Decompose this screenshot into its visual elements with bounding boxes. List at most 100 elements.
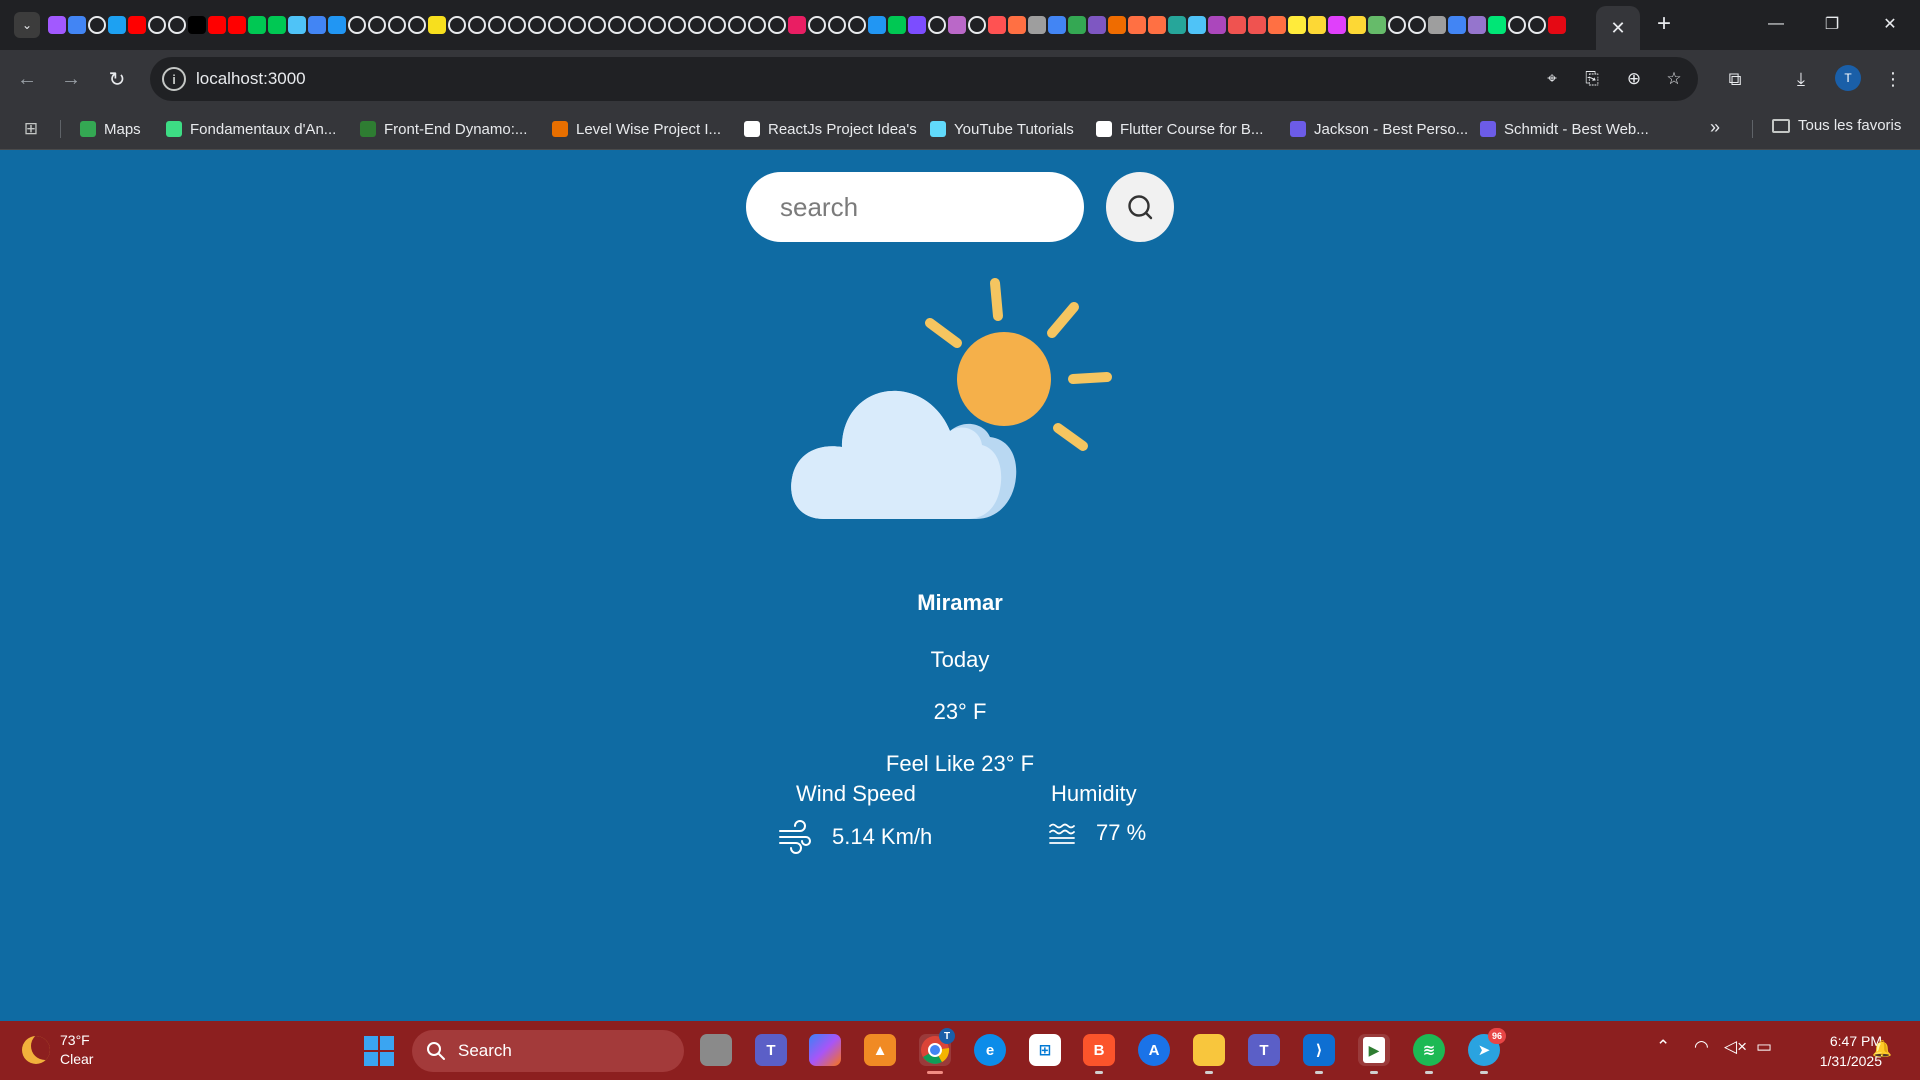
- bookmark-schmidt[interactable]: Schmidt - Best Web...: [1480, 117, 1649, 141]
- bookmark-maps[interactable]: Maps: [80, 117, 141, 141]
- bookmark-reactjs-ideas[interactable]: ReactJs Project Idea's: [744, 117, 917, 141]
- pinned-tab-favicon-icon[interactable]: [288, 16, 306, 34]
- pinned-tab-favicon-icon[interactable]: [1228, 16, 1246, 34]
- extensions-icon[interactable]: ⧉: [1720, 64, 1750, 94]
- tab-search-button[interactable]: ⌄: [14, 12, 40, 38]
- pinned-tab-favicon-icon[interactable]: [1208, 16, 1226, 34]
- pinned-tab-favicon-icon[interactable]: [788, 16, 806, 34]
- all-bookmarks[interactable]: Tous les favoris: [1772, 117, 1901, 134]
- pinned-tab-favicon-icon[interactable]: [1388, 16, 1406, 34]
- telegram-icon[interactable]: ➤ 96: [1468, 1028, 1506, 1074]
- close-tab-icon[interactable]: ✕: [1610, 18, 1625, 39]
- bookmark-youtube-tutorials[interactable]: YouTube Tutorials: [930, 117, 1074, 141]
- pinned-tab-favicon-icon[interactable]: [48, 16, 66, 34]
- file-explorer-icon[interactable]: [1193, 1034, 1225, 1074]
- clock[interactable]: 6:47 PM 1/31/2025: [1782, 1031, 1882, 1071]
- pinned-tab-favicon-icon[interactable]: [968, 16, 986, 34]
- pinned-tab-favicon-icon[interactable]: [308, 16, 326, 34]
- pinned-tab-favicon-icon[interactable]: [1168, 16, 1186, 34]
- task-view-icon[interactable]: [700, 1034, 732, 1066]
- bookmark-jackson[interactable]: Jackson - Best Perso...: [1290, 117, 1468, 141]
- teams-work-icon[interactable]: T: [1248, 1034, 1280, 1066]
- pinned-tab-favicon-icon[interactable]: [1288, 16, 1306, 34]
- pinned-tab-favicon-icon[interactable]: [1008, 16, 1026, 34]
- pinned-tab-favicon-icon[interactable]: [388, 16, 406, 34]
- chrome-icon[interactable]: T: [919, 1028, 955, 1074]
- android-emulator-icon[interactable]: ▶: [1358, 1034, 1390, 1074]
- teams-icon[interactable]: T: [755, 1034, 787, 1066]
- profile-avatar[interactable]: T: [1835, 65, 1861, 91]
- taskbar-search[interactable]: Search: [412, 1030, 684, 1072]
- search-input[interactable]: [746, 172, 1084, 242]
- pinned-tab-favicon-icon[interactable]: [268, 16, 286, 34]
- pinned-tab-favicon-icon[interactable]: [1548, 16, 1566, 34]
- pinned-tab-favicon-icon[interactable]: [408, 16, 426, 34]
- pinned-tab-favicon-icon[interactable]: [988, 16, 1006, 34]
- pinned-tab-favicon-icon[interactable]: [1268, 16, 1286, 34]
- taskbar-weather-widget[interactable]: 73°F Clear: [22, 1031, 93, 1069]
- volume-muted-icon[interactable]: ◁×: [1724, 1037, 1747, 1057]
- pinned-tab-favicon-icon[interactable]: [1488, 16, 1506, 34]
- pinned-tab-favicon-icon[interactable]: [328, 16, 346, 34]
- address-bar[interactable]: i localhost:3000 ⌖ ⎘ ⊕ ☆: [150, 57, 1698, 101]
- address-url[interactable]: localhost:3000: [196, 69, 306, 89]
- wifi-icon[interactable]: ◠: [1694, 1037, 1709, 1057]
- pinned-tab-favicon-icon[interactable]: [528, 16, 546, 34]
- pinned-tab-favicon-icon[interactable]: [908, 16, 926, 34]
- pinned-tab-favicon-icon[interactable]: [368, 16, 386, 34]
- spotify-icon[interactable]: ≋: [1413, 1034, 1445, 1074]
- pinned-tab-favicon-icon[interactable]: [468, 16, 486, 34]
- pinned-tab-favicon-icon[interactable]: [248, 16, 266, 34]
- pinned-tab-favicon-icon[interactable]: [1508, 16, 1526, 34]
- new-tab-button[interactable]: +: [1650, 10, 1678, 38]
- pinned-tab-favicon-icon[interactable]: [1308, 16, 1326, 34]
- apps-grid-icon[interactable]: ⊞: [20, 118, 42, 140]
- vlc-icon[interactable]: ▲: [864, 1034, 896, 1066]
- bookmark-front-end-dynamo[interactable]: Front-End Dynamo:...: [360, 117, 527, 141]
- back-icon[interactable]: ←: [12, 64, 42, 94]
- pinned-tab-favicon-icon[interactable]: [168, 16, 186, 34]
- android-studio-icon[interactable]: A: [1138, 1034, 1170, 1066]
- menu-icon[interactable]: ⋮: [1878, 64, 1908, 94]
- pinned-tab-favicon-icon[interactable]: [628, 16, 646, 34]
- pinned-tab-favicon-icon[interactable]: [608, 16, 626, 34]
- pinned-tab-favicon-icon[interactable]: [1048, 16, 1066, 34]
- pinned-tab-favicon-icon[interactable]: [1188, 16, 1206, 34]
- minimize-icon[interactable]: —: [1756, 8, 1796, 40]
- pinned-tab-favicon-icon[interactable]: [1068, 16, 1086, 34]
- pinned-tab-favicon-icon[interactable]: [1528, 16, 1546, 34]
- zoom-icon[interactable]: ⊕: [1622, 67, 1646, 91]
- pinned-tab-favicon-icon[interactable]: [208, 16, 226, 34]
- pinned-tab-favicon-icon[interactable]: [588, 16, 606, 34]
- bookmark-android-fundamentals[interactable]: Fondamentaux d'An...: [166, 117, 336, 141]
- pinned-tab-favicon-icon[interactable]: [1428, 16, 1446, 34]
- pinned-tab-favicon-icon[interactable]: [648, 16, 666, 34]
- pinned-tab-favicon-icon[interactable]: [1088, 16, 1106, 34]
- pinned-tab-favicon-icon[interactable]: [808, 16, 826, 34]
- pinned-tab-favicon-icon[interactable]: [128, 16, 146, 34]
- search-button[interactable]: [1106, 172, 1174, 242]
- battery-icon[interactable]: ▭: [1756, 1037, 1772, 1057]
- pinned-tab-favicon-icon[interactable]: [1248, 16, 1266, 34]
- bookmark-level-wise[interactable]: Level Wise Project I...: [552, 117, 721, 141]
- pinned-tab-favicon-icon[interactable]: [728, 16, 746, 34]
- location-icon[interactable]: ⌖: [1540, 67, 1564, 91]
- pinned-tab-favicon-icon[interactable]: [68, 16, 86, 34]
- bookmark-flutter-course[interactable]: Flutter Course for B...: [1096, 117, 1263, 141]
- pinned-tab-favicon-icon[interactable]: [108, 16, 126, 34]
- pinned-tab-favicon-icon[interactable]: [548, 16, 566, 34]
- pinned-tab-favicon-icon[interactable]: [708, 16, 726, 34]
- pinned-tab-favicon-icon[interactable]: [848, 16, 866, 34]
- pinned-tab-favicon-icon[interactable]: [188, 16, 206, 34]
- notification-bell-icon[interactable]: 🔔: [1872, 1039, 1892, 1059]
- pinned-tab-favicon-icon[interactable]: [1148, 16, 1166, 34]
- pinned-tab-favicon-icon[interactable]: [888, 16, 906, 34]
- pinned-tab-favicon-icon[interactable]: [428, 16, 446, 34]
- chevron-up-icon[interactable]: ⌃: [1656, 1037, 1670, 1057]
- pinned-tab-favicon-icon[interactable]: [1468, 16, 1486, 34]
- pinned-tab-favicon-icon[interactable]: [448, 16, 466, 34]
- pinned-tab-favicon-icon[interactable]: [1408, 16, 1426, 34]
- pinned-tab-favicon-icon[interactable]: [1128, 16, 1146, 34]
- pinned-tab-favicon-icon[interactable]: [508, 16, 526, 34]
- pinned-tab-favicon-icon[interactable]: [1028, 16, 1046, 34]
